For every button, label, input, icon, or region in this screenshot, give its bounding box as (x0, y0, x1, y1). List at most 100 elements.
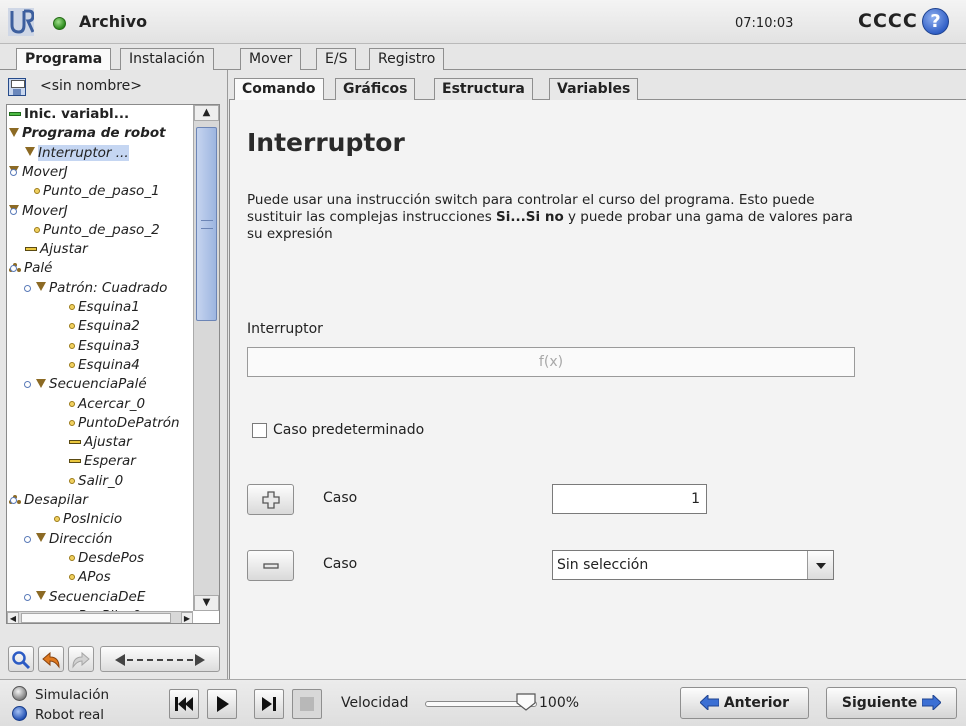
tree-node-label: SecuenciaDeE (49, 588, 146, 605)
ur-logo-icon (8, 8, 34, 36)
speed-slider-knob[interactable] (515, 693, 537, 711)
chevron-down-icon[interactable] (807, 551, 833, 579)
tree-node[interactable]: Esquina2 (69, 317, 140, 336)
speed-label: Velocidad (341, 695, 409, 711)
tab-instalacion[interactable]: Instalación (120, 48, 214, 70)
tree-node[interactable]: SecuenciaDeE (36, 588, 145, 607)
tree-node[interactable]: Interruptor ... (25, 144, 129, 163)
mode-simulation[interactable]: Simulación (12, 685, 109, 703)
move-node-button[interactable] (100, 646, 220, 672)
tree-node[interactable]: DesdePos (69, 549, 144, 568)
scroll-thumb[interactable] (196, 127, 217, 321)
next-label: Siguiente (841, 695, 918, 711)
default-case-checkbox[interactable] (252, 423, 267, 438)
tree-node[interactable]: Esperar (69, 452, 136, 471)
tree-node[interactable]: Esquina3 (69, 337, 140, 356)
tree-node[interactable]: MoverJ (9, 202, 68, 221)
scroll-left-icon[interactable]: ◀ (7, 612, 19, 623)
expression-field[interactable]: f(x) (247, 347, 855, 377)
play-button[interactable] (207, 689, 237, 719)
scroll-up-icon[interactable]: ▲ (194, 105, 219, 121)
undo-icon (42, 651, 60, 669)
tree-expander-icon[interactable] (24, 535, 31, 543)
help-icon[interactable]: ? (922, 8, 949, 35)
tree-node[interactable]: PuntoDePatrón (69, 414, 180, 433)
tree-node[interactable]: Ajustar (69, 433, 132, 452)
real-robot-radio-icon[interactable] (12, 705, 27, 721)
tree-node[interactable]: Patrón: Cuadrado (36, 279, 167, 298)
rewind-icon (175, 697, 193, 711)
scroll-down-icon[interactable]: ▼ (194, 595, 219, 611)
tree-expander-icon[interactable] (10, 497, 17, 504)
tree-node[interactable]: Inic. variabl... (9, 105, 129, 124)
add-case-button[interactable] (247, 484, 294, 515)
step-button[interactable] (254, 689, 284, 719)
tab-mover[interactable]: Mover (240, 48, 302, 70)
tab-graficos[interactable]: Gráficos (335, 78, 416, 100)
case-select[interactable]: Sin selección (552, 550, 834, 580)
tree-node[interactable]: Esquina1 (69, 298, 140, 317)
tab-estructura[interactable]: Estructura (434, 78, 533, 100)
tree-node[interactable]: Acercar_0 (69, 395, 145, 414)
tree-horizontal-scrollbar[interactable]: ◀ ▶ (7, 611, 193, 623)
tab-es[interactable]: E/S (316, 48, 357, 70)
program-panel: <sin nombre> Inic. variabl... Programa de… (0, 70, 228, 679)
tree-expander-icon[interactable] (24, 381, 31, 389)
triangle-icon (36, 533, 46, 543)
horizontal-scroll-thumb[interactable] (21, 613, 171, 623)
tree-node[interactable]: Ajustar (25, 240, 88, 259)
file-menu[interactable]: Archivo (79, 12, 147, 31)
tree-node-label: Salir_0 (78, 472, 124, 489)
stop-button[interactable] (292, 689, 322, 719)
tree-vertical-scrollbar[interactable]: ▲ ▼ (193, 105, 219, 611)
triangle-icon (9, 127, 19, 137)
tree-node-label: PosInicio (63, 511, 123, 528)
rewind-button[interactable] (169, 689, 199, 719)
tree-node[interactable]: Punto_de_paso_1 (34, 182, 160, 201)
tab-programa[interactable]: Programa (16, 48, 112, 71)
tree-node-label: Esquina2 (78, 318, 140, 335)
tab-variables[interactable]: Variables (549, 78, 639, 100)
tree-node[interactable]: MoverJ (9, 163, 68, 182)
tree-expander-icon[interactable] (10, 207, 17, 215)
waypoint-icon (69, 477, 75, 484)
tree-node[interactable]: Esquina4 (69, 356, 140, 375)
redo-button[interactable] (68, 646, 94, 672)
action-icon (25, 247, 37, 252)
tree-node[interactable]: Salir_0 (69, 472, 123, 491)
clock: 07:10:03 (735, 16, 794, 31)
previous-button[interactable]: Anterior (680, 687, 809, 719)
default-case-label: Caso predeterminado (273, 422, 425, 438)
tree-expander-icon[interactable] (24, 593, 31, 601)
tree-node-label: APos (78, 569, 111, 586)
tree-node[interactable]: Punto_de_paso_2 (34, 221, 160, 240)
tree-node-label: Esquina1 (78, 299, 140, 315)
remove-case-label: Caso (323, 556, 358, 572)
undo-button[interactable] (38, 646, 64, 672)
search-button[interactable] (8, 646, 34, 672)
case-value-input[interactable]: 1 (552, 484, 707, 514)
triangle-icon (36, 282, 46, 292)
tab-registro[interactable]: Registro (369, 48, 445, 70)
simulation-radio-icon[interactable] (12, 685, 27, 701)
mode-real-robot[interactable]: Robot real (12, 705, 104, 723)
redo-icon (72, 651, 90, 669)
remove-case-button[interactable] (247, 550, 294, 581)
tree-expander-icon[interactable] (10, 168, 17, 176)
move-arrows-icon (115, 654, 205, 666)
tree-node[interactable]: PosInicio (54, 510, 122, 529)
tree-node[interactable]: SecuenciaPalé (36, 375, 147, 394)
main-tab-bar: Programa Instalación Mover E/S Registro (0, 44, 966, 71)
minus-icon (262, 563, 279, 569)
scroll-right-icon[interactable]: ▶ (181, 612, 193, 623)
waypoint-icon (69, 554, 75, 561)
tree-node[interactable]: Programa de robot (9, 124, 166, 143)
next-button[interactable]: Siguiente (826, 687, 957, 719)
title-bar: Archivo 07:10:03 CCCC ? (0, 0, 966, 44)
save-icon[interactable] (8, 78, 26, 96)
tree-node[interactable]: APos (69, 568, 111, 587)
tree-expander-icon[interactable] (24, 284, 31, 292)
tab-comando[interactable]: Comando (234, 78, 324, 101)
tree-node[interactable]: Desapilar (9, 491, 88, 510)
tree-node[interactable]: Dirección (36, 530, 112, 549)
